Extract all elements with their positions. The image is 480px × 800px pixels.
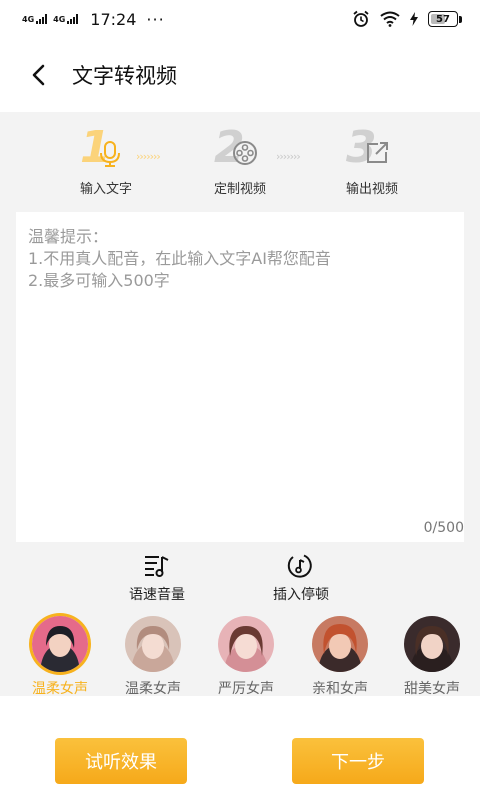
status-left: 4G 4G 17:24 ··· — [22, 10, 165, 29]
voice-list: 温柔女声 温柔女声 严厉女声 亲和女声 甜美女声 — [0, 612, 480, 696]
step-customize-video: 2 定制视频 — [180, 126, 300, 198]
more-notifications-icon: ··· — [146, 9, 165, 29]
voice-option[interactable]: 亲和女声 — [294, 616, 386, 696]
film-reel-icon — [233, 141, 257, 165]
voice-label: 温柔女声 — [32, 681, 88, 696]
voice-label: 甜美女声 — [404, 681, 460, 696]
voice-option[interactable]: 温柔女声 — [14, 616, 106, 696]
chevron-left-icon — [32, 64, 45, 86]
step-output-video: 3 输出视频 — [312, 126, 432, 198]
battery-level: 57 — [436, 13, 450, 25]
export-icon — [367, 142, 388, 163]
avatar — [218, 616, 274, 672]
voice-option[interactable]: 温柔女声 — [107, 616, 199, 696]
avatar — [32, 616, 88, 672]
signal-icon — [36, 14, 48, 24]
voice-option[interactable]: 严厉女声 — [200, 616, 292, 696]
step-arrows: ››››››› — [136, 150, 161, 163]
step-arrows: ››››››› — [276, 150, 301, 163]
signal-icon — [67, 14, 79, 24]
text-input-placeholder: 温馨提示： 1.不用真人配音，在此输入文字AI帮您配音 2.最多可输入500字 — [28, 227, 331, 290]
insert-pause-button[interactable]: 插入停顿 — [246, 552, 356, 604]
header: 文字转视频 — [0, 38, 480, 112]
network-label-2: 4G — [53, 15, 66, 24]
status-bar: 4G 4G 17:24 ··· 57 — [0, 0, 480, 38]
step-label: 输出视频 — [345, 182, 398, 197]
voice-tools: 语速音量 插入停顿 — [0, 552, 480, 608]
step-label: 输入文字 — [79, 182, 132, 197]
status-right: 57 — [352, 10, 462, 28]
voice-label: 温柔女声 — [125, 681, 181, 696]
text-input-area[interactable]: 温馨提示： 1.不用真人配音，在此输入文字AI帮您配音 2.最多可输入500字 … — [16, 212, 464, 542]
alarm-icon — [353, 10, 369, 27]
avatar — [312, 616, 368, 672]
wifi-icon — [380, 11, 400, 27]
signal-1: 4G — [22, 14, 48, 24]
voice-label: 亲和女声 — [312, 681, 368, 696]
step-input-text: 1 输入文字 — [46, 126, 166, 198]
step-indicator: 1 输入文字 ››››››› 2 定制视频 ››››››› 3 输出视频 — [0, 126, 480, 200]
preview-button[interactable]: 试听效果 — [55, 738, 187, 784]
pause-icon — [287, 554, 312, 578]
speed-volume-button[interactable]: 语速音量 — [102, 552, 212, 604]
back-button[interactable] — [18, 55, 58, 95]
speed-volume-icon — [145, 556, 169, 577]
battery-icon: 57 — [428, 11, 462, 27]
status-time: 17:24 — [90, 9, 137, 29]
voice-label: 严厉女声 — [218, 681, 274, 696]
avatar — [404, 616, 460, 672]
bottom-action-bar: 试听效果 下一步 — [0, 696, 480, 800]
charging-icon — [410, 12, 418, 26]
page-title: 文字转视频 — [72, 64, 177, 88]
next-step-button[interactable]: 下一步 — [292, 738, 424, 784]
network-label-1: 4G — [22, 15, 35, 24]
signal-2: 4G — [53, 14, 79, 24]
step-label: 定制视频 — [213, 182, 266, 197]
character-counter: 0/500 — [423, 520, 464, 536]
voice-option[interactable]: 甜美女声 — [386, 616, 478, 696]
speed-volume-label: 语速音量 — [129, 587, 185, 603]
app-screen: 4G 4G 17:24 ··· 57 文字转视频 1 输入文字 ››››››› … — [0, 0, 480, 800]
avatar — [125, 616, 181, 672]
microphone-icon — [100, 141, 120, 167]
insert-pause-label: 插入停顿 — [273, 587, 329, 603]
